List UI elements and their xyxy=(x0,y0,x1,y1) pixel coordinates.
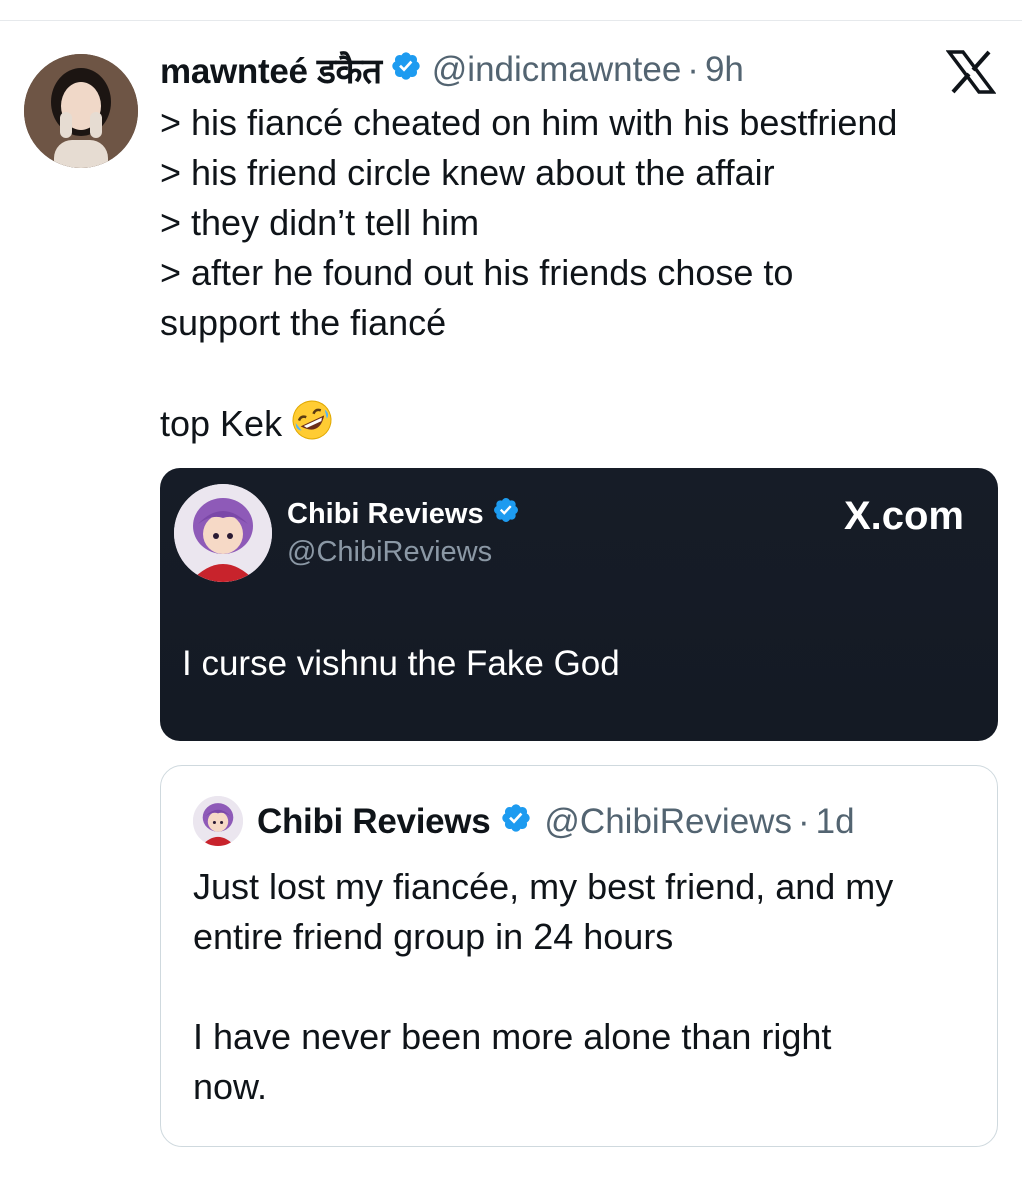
quoted-tweet[interactable]: Chibi Reviews @ChibiReviews · 1d Just lo… xyxy=(160,765,998,1147)
separator-dot: · xyxy=(687,50,699,89)
quoted-timestamp[interactable]: 1d xyxy=(816,802,855,842)
xcom-brand: X.com xyxy=(843,494,964,538)
verified-badge-icon xyxy=(492,496,520,532)
user-handle[interactable]: @indicmawntee xyxy=(432,50,682,90)
rolling-on-floor-laughing-emoji-icon xyxy=(290,398,334,455)
quoted-handle[interactable]: @ChibiReviews xyxy=(544,802,792,842)
tweet-closing-line: top Kek xyxy=(160,398,1000,455)
embedded-handle: @ChibiReviews xyxy=(287,536,493,568)
user-avatar[interactable] xyxy=(24,54,138,168)
quoted-header: Chibi Reviews @ChibiReviews · 1d xyxy=(257,800,855,844)
tweet-line: > his friend circle knew about the affai… xyxy=(160,152,775,193)
quoted-text: Just lost my fiancée, my best friend, an… xyxy=(193,862,983,1112)
embedded-avatar xyxy=(174,484,272,582)
tweet-header: mawnteé डकैत @indicmawntee · 9h xyxy=(160,48,744,92)
timestamp[interactable]: 9h xyxy=(705,50,744,90)
verified-badge-icon xyxy=(390,50,422,91)
tweet-line: > they didn’t tell him xyxy=(160,202,480,243)
closing-text: top Kek xyxy=(160,403,283,444)
embedded-name-text: Chibi Reviews xyxy=(287,497,484,530)
tweet-line: > his fiancé cheated on him with his bes… xyxy=(160,102,898,143)
display-name[interactable]: mawnteé डकैत xyxy=(160,47,382,94)
separator-dot: · xyxy=(797,802,810,841)
quoted-line: entire friend group in 24 hours xyxy=(193,916,674,957)
embedded-text: I curse vishnu the Fake God xyxy=(182,644,620,683)
user-avatar-icon xyxy=(24,54,138,168)
quoted-line: now. xyxy=(193,1066,268,1107)
verified-badge-icon xyxy=(500,802,532,843)
quoted-display-name[interactable]: Chibi Reviews xyxy=(257,802,491,842)
tweet-line: > after he found out his friends chose t… xyxy=(160,252,794,293)
tweet-text: > his fiancé cheated on him with his bes… xyxy=(160,98,1000,455)
chibi-avatar-icon xyxy=(174,484,272,582)
embedded-card[interactable]: Chibi Reviews @ChibiReviews X.com I curs… xyxy=(160,468,998,741)
x-logo-icon xyxy=(945,50,997,94)
tweet[interactable]: mawnteé डकैत @indicmawntee · 9h > his fi… xyxy=(0,0,1022,1200)
quoted-line: Just lost my fiancée, my best friend, an… xyxy=(193,866,894,907)
quoted-avatar[interactable] xyxy=(193,796,243,846)
chibi-avatar-icon xyxy=(193,796,243,846)
tweet-line: support the fiancé xyxy=(160,302,447,343)
embedded-display-name: Chibi Reviews xyxy=(287,496,520,532)
quoted-line: I have never been more alone than right xyxy=(193,1016,832,1057)
